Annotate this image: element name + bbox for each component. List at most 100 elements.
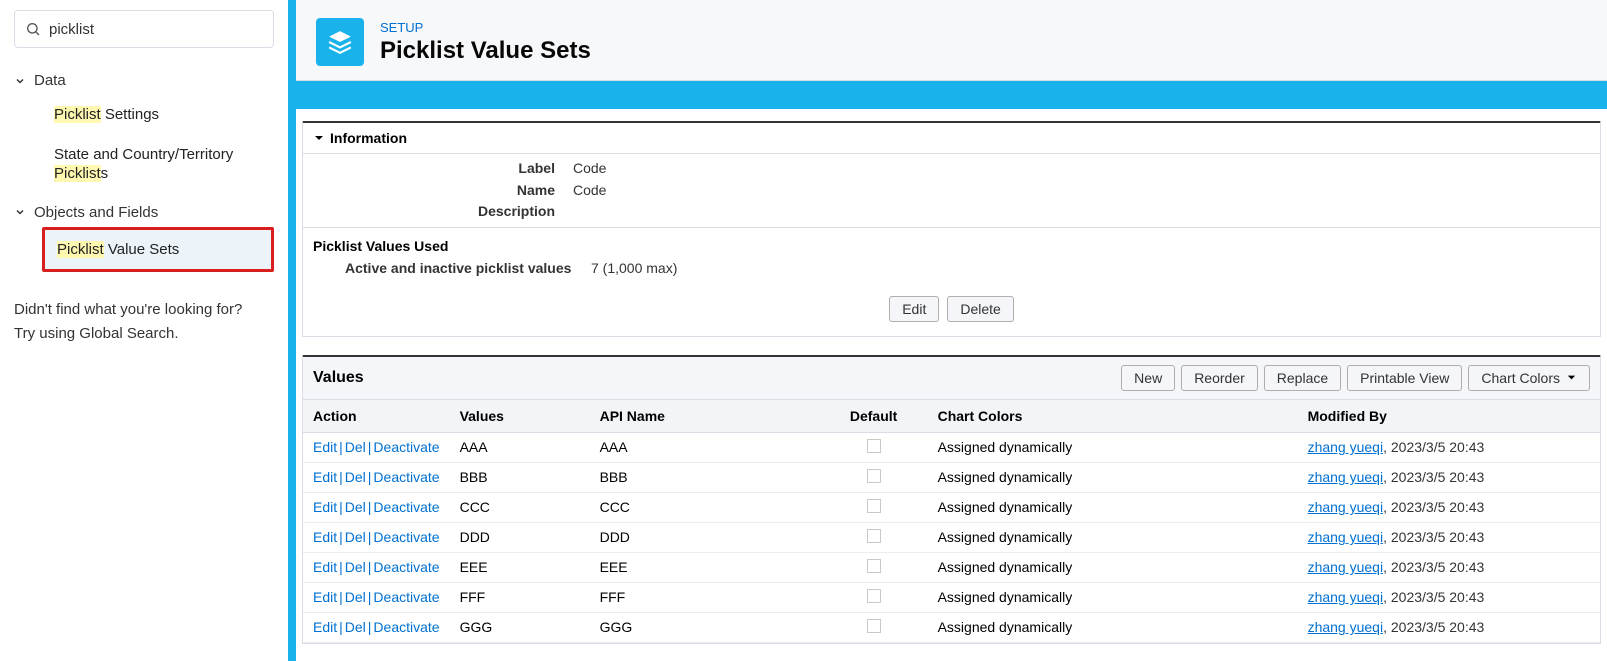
col-default: Default bbox=[820, 399, 928, 432]
default-checkbox[interactable] bbox=[867, 499, 881, 513]
main-area: SETUP Picklist Value Sets Information La… bbox=[296, 0, 1607, 661]
info-card: Information Label Code Name Code Descrip… bbox=[302, 121, 1601, 337]
sidebar-item-picklist-settings[interactable]: Picklist Settings bbox=[42, 95, 274, 135]
modified-by-user-link[interactable]: zhang yueqi bbox=[1308, 559, 1384, 575]
col-values: Values bbox=[450, 399, 590, 432]
picklist-values-used-header: Picklist Values Used bbox=[303, 234, 1600, 258]
row-api-name: BBB bbox=[590, 462, 820, 492]
tree-header-data[interactable]: Data bbox=[14, 66, 274, 95]
modified-by-user-link[interactable]: zhang yueqi bbox=[1308, 499, 1384, 515]
default-checkbox[interactable] bbox=[867, 589, 881, 603]
tree-item-text: s bbox=[101, 165, 109, 182]
row-default-cell bbox=[820, 582, 928, 612]
row-chart-colors: Assigned dynamically bbox=[928, 522, 1298, 552]
row-api-name: EEE bbox=[590, 552, 820, 582]
page-title: Picklist Value Sets bbox=[380, 37, 591, 65]
table-row: Edit|Del|Deactivate GGG GGG Assigned dyn… bbox=[303, 612, 1600, 642]
row-deactivate-link[interactable]: Deactivate bbox=[373, 559, 439, 575]
row-deactivate-link[interactable]: Deactivate bbox=[373, 589, 439, 605]
col-modified-by: Modified By bbox=[1298, 399, 1600, 432]
row-edit-link[interactable]: Edit bbox=[313, 499, 337, 515]
tree-label: Data bbox=[34, 72, 66, 89]
sidebar-item-state-country[interactable]: State and Country/Territory Picklists bbox=[42, 135, 274, 194]
row-default-cell bbox=[820, 612, 928, 642]
row-deactivate-link[interactable]: Deactivate bbox=[373, 619, 439, 635]
default-checkbox[interactable] bbox=[867, 619, 881, 633]
caret-down-icon bbox=[1566, 372, 1577, 383]
row-edit-link[interactable]: Edit bbox=[313, 559, 337, 575]
row-modified-by: zhang yueqi, 2023/3/5 20:43 bbox=[1298, 582, 1600, 612]
row-deactivate-link[interactable]: Deactivate bbox=[373, 439, 439, 455]
modified-by-user-link[interactable]: zhang yueqi bbox=[1308, 589, 1384, 605]
info-section-header[interactable]: Information bbox=[303, 123, 1600, 154]
row-del-link[interactable]: Del bbox=[345, 439, 366, 455]
edit-button[interactable]: Edit bbox=[889, 296, 939, 322]
chart-colors-button[interactable]: Chart Colors bbox=[1468, 365, 1590, 391]
row-edit-link[interactable]: Edit bbox=[313, 589, 337, 605]
header-graphic bbox=[296, 81, 1607, 109]
default-checkbox[interactable] bbox=[867, 529, 881, 543]
tree-header-objects[interactable]: Objects and Fields bbox=[14, 198, 274, 227]
row-modified-by: zhang yueqi, 2023/3/5 20:43 bbox=[1298, 612, 1600, 642]
row-actions-cell: Edit|Del|Deactivate bbox=[303, 432, 450, 462]
modified-by-user-link[interactable]: zhang yueqi bbox=[1308, 469, 1384, 485]
row-chart-colors: Assigned dynamically bbox=[928, 492, 1298, 522]
search-box[interactable] bbox=[14, 10, 274, 48]
help-line-1: Didn't find what you're looking for? bbox=[14, 298, 274, 322]
info-label-label: Label bbox=[303, 158, 573, 180]
default-checkbox[interactable] bbox=[867, 469, 881, 483]
replace-button[interactable]: Replace bbox=[1264, 365, 1341, 391]
info-description-label: Description bbox=[303, 201, 573, 223]
row-edit-link[interactable]: Edit bbox=[313, 469, 337, 485]
row-value: FFF bbox=[450, 582, 590, 612]
row-modified-by: zhang yueqi, 2023/3/5 20:43 bbox=[1298, 552, 1600, 582]
reorder-button[interactable]: Reorder bbox=[1181, 365, 1258, 391]
printable-view-button[interactable]: Printable View bbox=[1347, 365, 1462, 391]
row-api-name: GGG bbox=[590, 612, 820, 642]
row-default-cell bbox=[820, 492, 928, 522]
row-del-link[interactable]: Del bbox=[345, 529, 366, 545]
breadcrumb: SETUP bbox=[380, 20, 591, 35]
row-chart-colors: Assigned dynamically bbox=[928, 462, 1298, 492]
row-api-name: DDD bbox=[590, 522, 820, 552]
row-chart-colors: Assigned dynamically bbox=[928, 612, 1298, 642]
row-del-link[interactable]: Del bbox=[345, 559, 366, 575]
tree-item-text: State and Country/Territory bbox=[54, 146, 233, 163]
modified-by-user-link[interactable]: zhang yueqi bbox=[1308, 439, 1384, 455]
row-modified-by: zhang yueqi, 2023/3/5 20:43 bbox=[1298, 492, 1600, 522]
default-checkbox[interactable] bbox=[867, 439, 881, 453]
new-button[interactable]: New bbox=[1121, 365, 1175, 391]
row-chart-colors: Assigned dynamically bbox=[928, 582, 1298, 612]
row-default-cell bbox=[820, 552, 928, 582]
col-api: API Name bbox=[590, 399, 820, 432]
info-name-label: Name bbox=[303, 180, 573, 202]
main-wrapper: SETUP Picklist Value Sets Information La… bbox=[288, 0, 1607, 661]
col-action: Action bbox=[303, 399, 450, 432]
delete-button[interactable]: Delete bbox=[947, 296, 1013, 322]
row-edit-link[interactable]: Edit bbox=[313, 439, 337, 455]
row-edit-link[interactable]: Edit bbox=[313, 529, 337, 545]
tree-item-text: Settings bbox=[101, 106, 159, 123]
row-del-link[interactable]: Del bbox=[345, 619, 366, 635]
row-value: DDD bbox=[450, 522, 590, 552]
table-row: Edit|Del|Deactivate BBB BBB Assigned dyn… bbox=[303, 462, 1600, 492]
row-del-link[interactable]: Del bbox=[345, 469, 366, 485]
row-edit-link[interactable]: Edit bbox=[313, 619, 337, 635]
default-checkbox[interactable] bbox=[867, 559, 881, 573]
col-colors: Chart Colors bbox=[928, 399, 1298, 432]
modified-by-user-link[interactable]: zhang yueqi bbox=[1308, 529, 1384, 545]
row-deactivate-link[interactable]: Deactivate bbox=[373, 469, 439, 485]
row-value: CCC bbox=[450, 492, 590, 522]
search-input[interactable] bbox=[49, 21, 263, 38]
row-del-link[interactable]: Del bbox=[345, 499, 366, 515]
row-deactivate-link[interactable]: Deactivate bbox=[373, 499, 439, 515]
values-header: Values New Reorder Replace Printable Vie… bbox=[303, 357, 1600, 399]
sidebar: Data Picklist Settings State and Country… bbox=[0, 0, 288, 661]
sidebar-item-picklist-value-sets[interactable]: Picklist Value Sets bbox=[42, 227, 274, 273]
row-api-name: AAA bbox=[590, 432, 820, 462]
page-header-icon bbox=[316, 18, 364, 66]
row-value: EEE bbox=[450, 552, 590, 582]
row-del-link[interactable]: Del bbox=[345, 589, 366, 605]
modified-by-user-link[interactable]: zhang yueqi bbox=[1308, 619, 1384, 635]
row-deactivate-link[interactable]: Deactivate bbox=[373, 529, 439, 545]
